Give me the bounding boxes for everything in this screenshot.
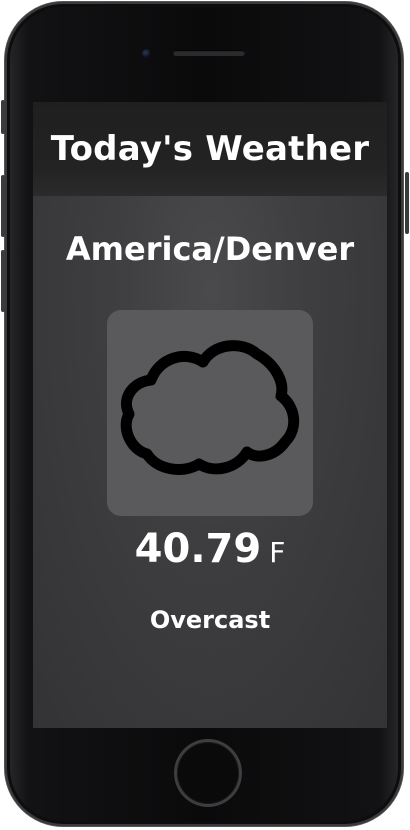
mute-switch[interactable] [1, 100, 5, 134]
power-button[interactable] [405, 172, 409, 234]
volume-up-button[interactable] [1, 175, 5, 237]
weather-icon-tile [107, 310, 313, 516]
app-screen: Today's Weather America/Denver 40.79 F Ov… [33, 102, 387, 728]
temperature-value: 40.79 [134, 526, 262, 572]
page-title: Today's Weather [50, 129, 370, 169]
cloud-icon [120, 340, 300, 475]
weather-condition: Overcast [149, 606, 271, 634]
front-camera [142, 49, 151, 58]
location-label: America/Denver [65, 230, 355, 268]
home-button[interactable] [177, 742, 239, 804]
earpiece-speaker [173, 50, 245, 56]
app-header: Today's Weather [33, 102, 387, 196]
phone-frame: Today's Weather America/Denver 40.79 F Ov… [5, 2, 403, 826]
volume-down-button[interactable] [1, 250, 5, 312]
temperature-unit: F [269, 536, 286, 569]
temperature-readout: 40.79 F [33, 526, 387, 572]
